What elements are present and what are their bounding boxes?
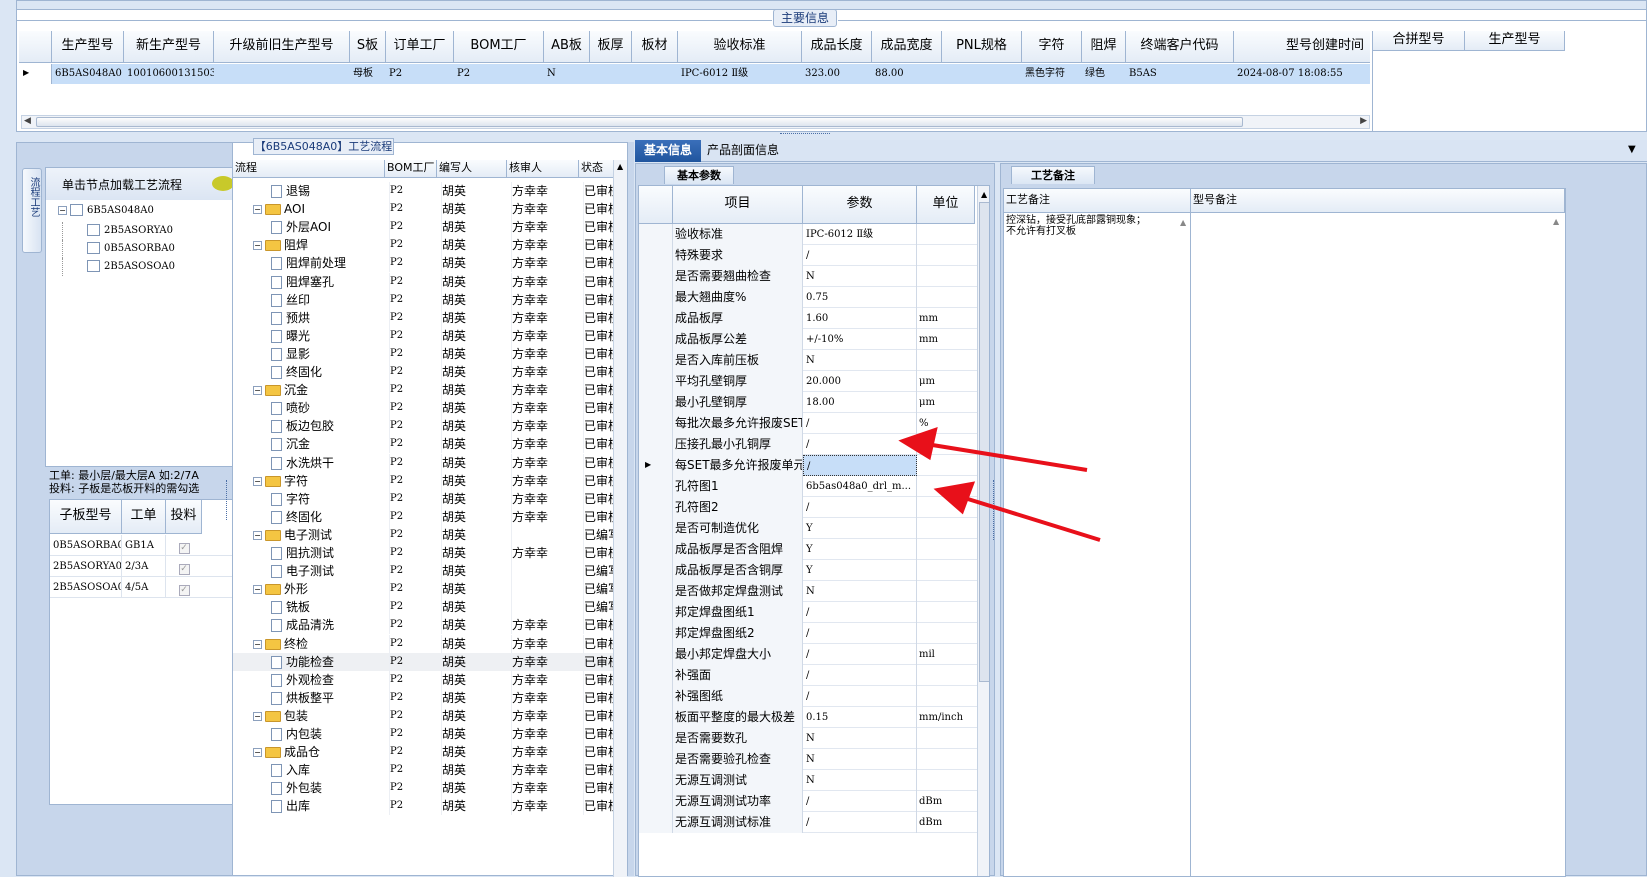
arrow-1-head: [898, 426, 938, 461]
arrow-1: [919, 441, 1088, 472]
annotation-arrows: [898, 426, 1101, 542]
arrow-2-head: [933, 481, 976, 515]
arrow-2: [954, 493, 1101, 542]
